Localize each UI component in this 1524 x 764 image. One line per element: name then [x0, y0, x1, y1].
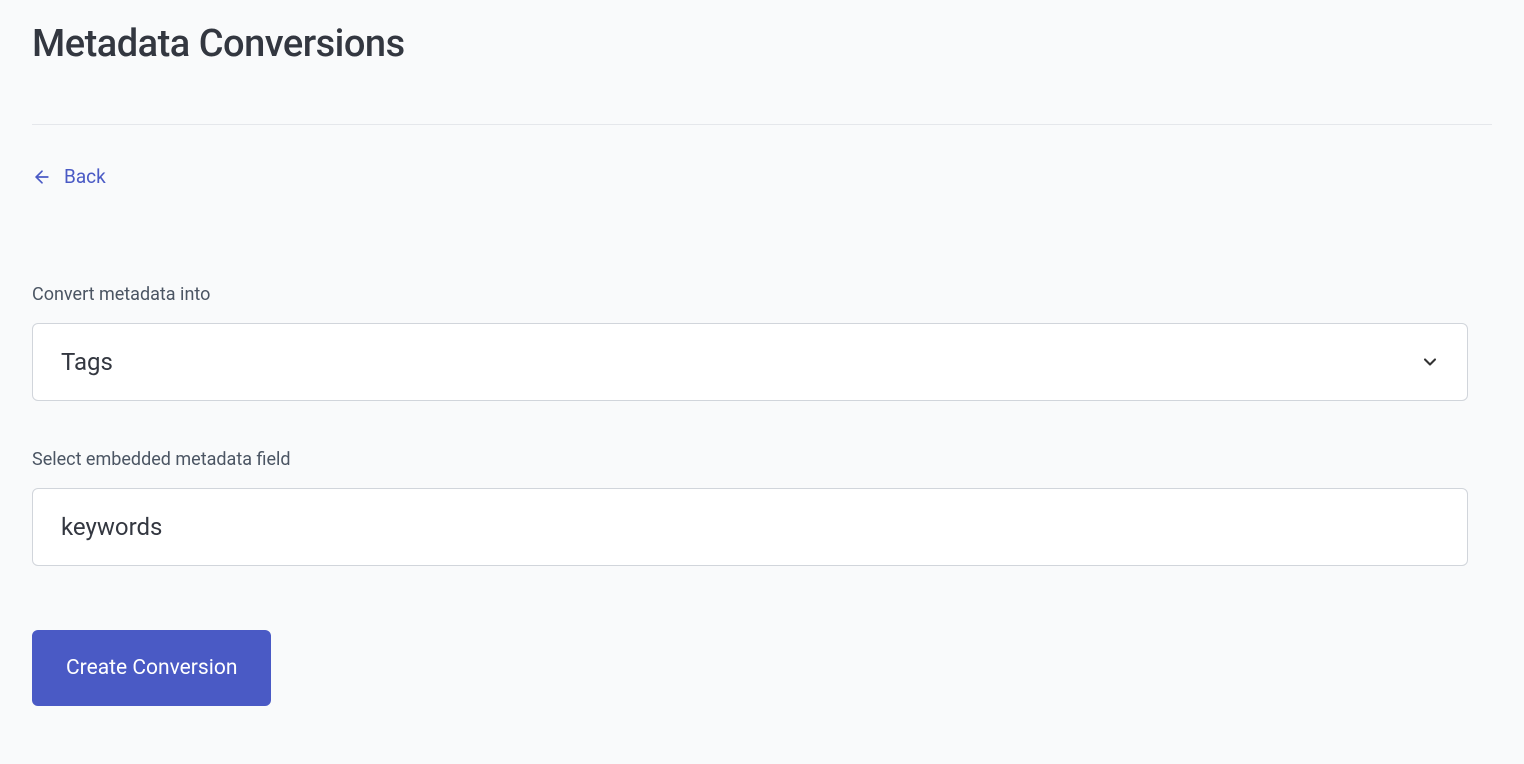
- page-title: Metadata Conversions: [32, 22, 1492, 66]
- divider: [32, 124, 1492, 125]
- metadata-field-label: Select embedded metadata field: [32, 449, 1492, 470]
- back-link[interactable]: Back: [32, 165, 106, 188]
- back-link-label: Back: [64, 165, 106, 188]
- create-conversion-button[interactable]: Create Conversion: [32, 630, 271, 706]
- convert-into-select[interactable]: Tags: [32, 323, 1468, 401]
- convert-into-label: Convert metadata into: [32, 284, 1492, 305]
- metadata-field-input[interactable]: [32, 488, 1468, 566]
- arrow-left-icon: [32, 167, 52, 187]
